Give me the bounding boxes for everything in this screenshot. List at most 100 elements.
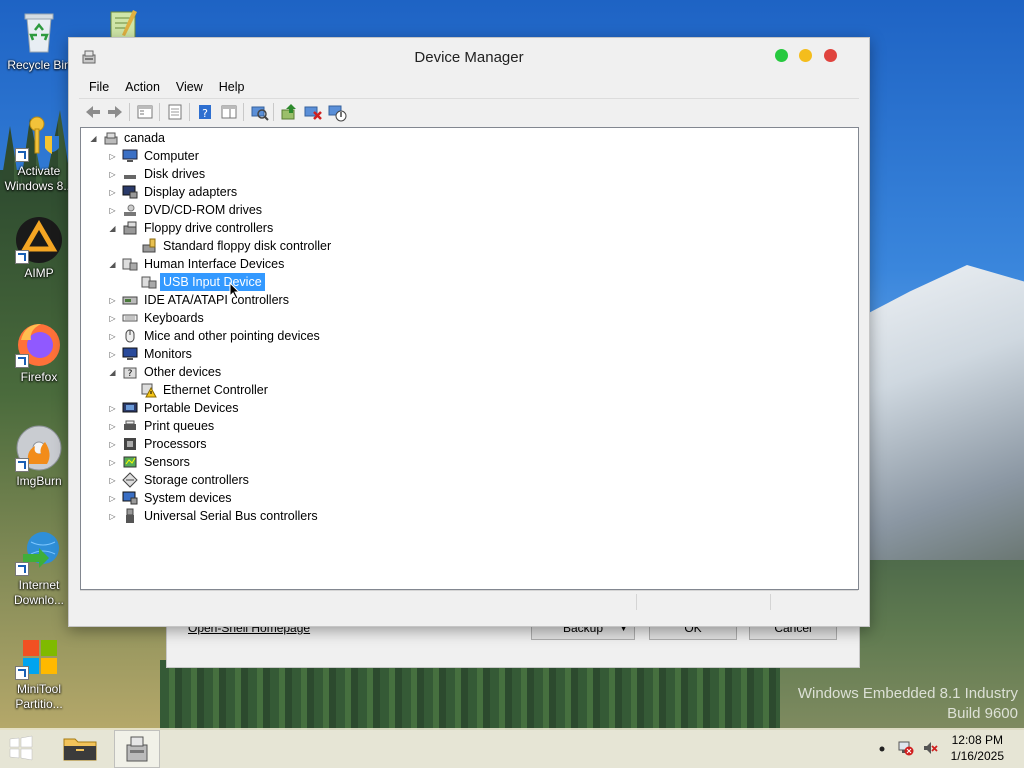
expand-arrow-icon[interactable]: ▷ bbox=[108, 188, 117, 197]
globe-download-icon bbox=[15, 528, 63, 576]
clock-time: 12:08 PM bbox=[951, 733, 1003, 747]
taskbar: 12:08 PM 1/16/2025 bbox=[0, 728, 1024, 768]
human-interface-device-icon bbox=[122, 256, 138, 272]
warning-device-icon bbox=[141, 382, 157, 398]
collapse-arrow-icon[interactable]: ◢ bbox=[108, 224, 117, 233]
desktop-icon-minitool-partition[interactable]: MiniTool Partitio... bbox=[0, 632, 78, 712]
network-disconnected-icon[interactable] bbox=[898, 740, 914, 756]
notification-dot-icon[interactable] bbox=[874, 740, 890, 756]
collapse-arrow-icon[interactable]: ◢ bbox=[108, 260, 117, 269]
file-explorer-taskbar-button[interactable] bbox=[58, 730, 102, 766]
expand-arrow-icon[interactable]: ▷ bbox=[108, 422, 117, 431]
toolbar-separator bbox=[243, 103, 244, 121]
toolbar-separator bbox=[159, 103, 160, 121]
expand-arrow-icon[interactable]: ▷ bbox=[108, 476, 117, 485]
expand-arrow-icon[interactable]: ▷ bbox=[108, 206, 117, 215]
collapse-arrow-icon[interactable]: ◢ bbox=[89, 134, 98, 143]
expand-arrow-icon[interactable]: ▷ bbox=[108, 170, 117, 179]
tree-category-label: Processors bbox=[144, 437, 207, 451]
disc-flame-icon bbox=[15, 424, 63, 472]
tree-root-label: canada bbox=[124, 131, 166, 145]
watermark-edition: Windows Embedded 8.1 Industry bbox=[797, 685, 1018, 702]
portable-device-icon bbox=[122, 400, 138, 416]
ide-controller-icon bbox=[122, 292, 138, 308]
window-title: Device Manager bbox=[414, 49, 524, 66]
expand-arrow-icon[interactable]: ▷ bbox=[108, 314, 117, 323]
device-manager-window: Device Manager File Action View Help ? ◢… bbox=[68, 37, 870, 627]
menu-bar: File Action View Help bbox=[81, 76, 857, 98]
processor-icon bbox=[122, 436, 138, 452]
forward-icon[interactable] bbox=[105, 102, 125, 122]
show-hide-console-tree-icon[interactable] bbox=[135, 102, 155, 122]
toolbar-separator bbox=[129, 103, 130, 121]
desktop-icon-label: MiniTool Partitio... bbox=[15, 682, 63, 711]
system-devices-icon bbox=[122, 490, 138, 506]
expand-arrow-icon[interactable]: ▷ bbox=[108, 404, 117, 413]
device-manager-taskbar-button[interactable] bbox=[114, 730, 160, 768]
watermark-build: Build 9600 bbox=[947, 705, 1018, 722]
volume-muted-icon[interactable] bbox=[922, 740, 938, 756]
desktop-icon-activate-windows[interactable]: Activate Windows 8... bbox=[0, 114, 78, 194]
menu-file[interactable]: File bbox=[81, 76, 117, 98]
folder-icon bbox=[63, 738, 97, 761]
uninstall-device-icon[interactable] bbox=[303, 102, 323, 122]
desktop-icon-aimp[interactable]: AIMP bbox=[0, 216, 78, 281]
tree-category-label: System devices bbox=[144, 491, 232, 505]
expand-arrow-icon[interactable]: ▷ bbox=[108, 152, 117, 161]
expand-arrow-icon[interactable]: ▷ bbox=[108, 296, 117, 305]
title-bar[interactable]: Device Manager bbox=[69, 38, 869, 76]
menu-view[interactable]: View bbox=[168, 76, 211, 98]
tree-category-label: Mice and other pointing devices bbox=[144, 329, 320, 343]
tree-category-label: Portable Devices bbox=[144, 401, 239, 415]
taskbar-clock[interactable]: 12:08 PM 1/16/2025 bbox=[951, 732, 1004, 764]
desktop-icon-firefox[interactable]: Firefox bbox=[0, 320, 78, 385]
desktop-icon-label: Activate Windows 8... bbox=[4, 164, 74, 193]
scan-hardware-icon[interactable] bbox=[249, 102, 269, 122]
help-icon[interactable]: ? bbox=[195, 102, 215, 122]
usb-input-device-icon bbox=[141, 274, 157, 290]
computer-host-icon bbox=[103, 130, 119, 146]
desktop-icon-internet-download-manager[interactable]: Internet Downlo... bbox=[0, 528, 78, 608]
disable-device-icon[interactable] bbox=[327, 102, 347, 122]
close-button[interactable] bbox=[824, 49, 837, 62]
tree-category-label: Keyboards bbox=[144, 311, 204, 325]
tree-device-label: USB Input Device bbox=[160, 273, 265, 291]
aimp-icon bbox=[15, 216, 63, 264]
tree-category-label: Storage controllers bbox=[144, 473, 249, 487]
expand-arrow-icon[interactable]: ▷ bbox=[108, 350, 117, 359]
toolbar-separator bbox=[273, 103, 274, 121]
optical-drive-icon bbox=[122, 202, 138, 218]
sensor-icon bbox=[122, 454, 138, 470]
expand-arrow-icon[interactable]: ▷ bbox=[108, 440, 117, 449]
menu-action[interactable]: Action bbox=[117, 76, 168, 98]
tree-category-label: DVD/CD-ROM drives bbox=[144, 203, 263, 217]
expand-arrow-icon[interactable]: ▷ bbox=[108, 458, 117, 467]
printer-icon bbox=[122, 418, 138, 434]
show-hide-action-pane-icon[interactable] bbox=[219, 102, 239, 122]
device-tree[interactable]: ◢ canada ▷ Computer ▷ Disk drives ▷ Disp… bbox=[80, 127, 859, 590]
wallpaper-trees bbox=[160, 660, 780, 730]
back-icon[interactable] bbox=[83, 102, 103, 122]
menu-help[interactable]: Help bbox=[211, 76, 253, 98]
properties-icon[interactable] bbox=[165, 102, 185, 122]
minimize-button[interactable] bbox=[799, 49, 812, 62]
desktop-icon-imgburn[interactable]: ImgBurn bbox=[0, 424, 78, 489]
tree-category-label: Universal Serial Bus controllers bbox=[144, 509, 318, 523]
firefox-icon bbox=[15, 320, 63, 368]
maximize-button[interactable] bbox=[775, 49, 788, 62]
shortcut-arrow-icon bbox=[15, 562, 29, 576]
svg-text:?: ? bbox=[202, 107, 208, 120]
collapse-arrow-icon[interactable]: ◢ bbox=[108, 368, 117, 377]
tree-category-label: IDE ATA/ATAPI controllers bbox=[144, 293, 289, 307]
tree-category-label: Display adapters bbox=[144, 185, 238, 199]
start-button[interactable] bbox=[6, 734, 36, 762]
floppy-disk-controller-icon bbox=[141, 238, 157, 254]
update-driver-icon[interactable] bbox=[279, 102, 299, 122]
desktop-icon-recycle-bin[interactable]: Recycle Bin bbox=[0, 8, 78, 73]
expand-arrow-icon[interactable]: ▷ bbox=[108, 512, 117, 521]
expand-arrow-icon[interactable]: ▷ bbox=[108, 332, 117, 341]
expand-arrow-icon[interactable]: ▷ bbox=[108, 494, 117, 503]
status-divider bbox=[636, 594, 637, 610]
key-shield-icon bbox=[15, 114, 63, 162]
keyboard-icon bbox=[122, 310, 138, 326]
